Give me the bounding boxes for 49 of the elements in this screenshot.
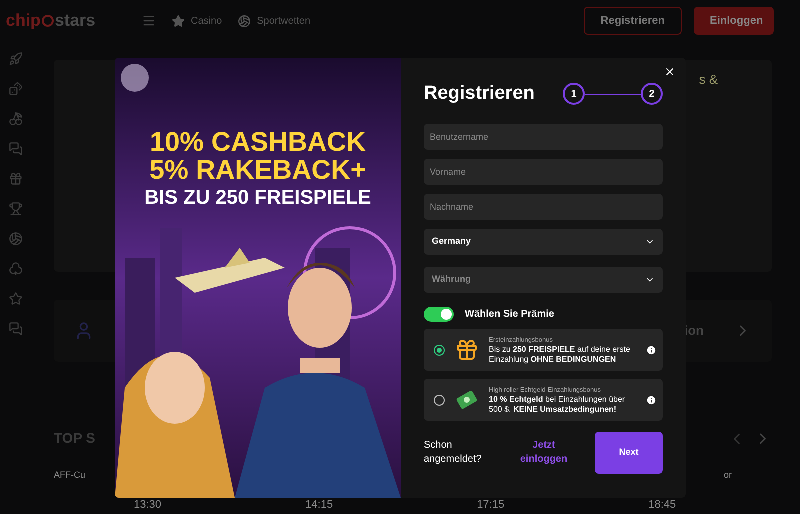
match-time: 14:15 bbox=[306, 498, 334, 510]
info-icon[interactable] bbox=[646, 344, 657, 356]
sidebar-icon[interactable] bbox=[9, 202, 23, 216]
ball-icon bbox=[238, 14, 252, 28]
chip-icon bbox=[42, 15, 54, 27]
promo-text: 5% RAKEBACK+ bbox=[150, 156, 366, 184]
menu-icon[interactable] bbox=[142, 14, 156, 28]
bonus-text: 10 % Echtgeld bei Einzahlungen über 500 $. KEINE Umsatzbedingunen! bbox=[489, 394, 626, 414]
register-button[interactable]: Registrieren bbox=[584, 7, 682, 35]
match-time: 17:15 bbox=[477, 498, 505, 510]
star-icon bbox=[172, 14, 185, 28]
banner-text: s & bbox=[699, 71, 718, 89]
dialog-title: Registrieren bbox=[424, 82, 535, 106]
sidebar-icon[interactable] bbox=[9, 52, 23, 66]
text-field[interactable]: Nachname bbox=[424, 194, 663, 220]
sidebar-icon[interactable] bbox=[9, 232, 23, 246]
bonus-text: Bis zu 250 FREISPIELE auf deine erste Einzahlung OHNE BEDINGUNGEN bbox=[489, 344, 632, 364]
select-field[interactable]: Germany bbox=[424, 229, 663, 255]
sidebar-icon[interactable] bbox=[9, 292, 23, 306]
sidebar-icon[interactable] bbox=[9, 142, 23, 156]
login-prompt: Schon angemeldet? bbox=[424, 439, 483, 467]
toggle-label: Wählen Sie Prämie bbox=[465, 308, 554, 322]
logo-text: stars bbox=[54, 10, 96, 32]
sidebar-icon[interactable] bbox=[9, 322, 23, 336]
sidebar-icon[interactable] bbox=[9, 172, 23, 186]
tab-label[interactable]: or bbox=[724, 469, 732, 482]
close-icon[interactable] bbox=[664, 66, 676, 78]
match-time: 13:30 bbox=[134, 498, 162, 510]
sidebar-icon[interactable] bbox=[9, 82, 23, 96]
match-time: 18:45 bbox=[648, 498, 676, 510]
text-field[interactable]: Benutzername bbox=[424, 124, 663, 150]
info-icon[interactable] bbox=[646, 394, 657, 406]
login-button[interactable]: Einloggen bbox=[694, 7, 774, 35]
tab-label[interactable]: AFF-Cu bbox=[54, 469, 86, 482]
toggle-switch[interactable] bbox=[424, 307, 454, 322]
radio-button[interactable] bbox=[434, 394, 445, 406]
logo-text: chip bbox=[6, 10, 41, 32]
sidebar-icon[interactable] bbox=[9, 262, 23, 276]
promo-text: BIS ZU 250 FREISPIELE bbox=[144, 186, 372, 211]
login-link[interactable]: Jetzt einloggen bbox=[514, 439, 574, 467]
radio-button[interactable] bbox=[434, 344, 445, 356]
select-field[interactable]: Währung bbox=[424, 267, 663, 293]
text-field[interactable]: Vorname bbox=[424, 159, 663, 185]
gift-icon bbox=[455, 338, 479, 362]
step-number: 1 bbox=[563, 83, 585, 105]
promo-text: 10% CASHBACK bbox=[150, 128, 366, 156]
step-number: 2 bbox=[641, 83, 663, 105]
sidebar-icon[interactable] bbox=[9, 112, 23, 126]
next-button[interactable]: Next bbox=[595, 432, 663, 474]
